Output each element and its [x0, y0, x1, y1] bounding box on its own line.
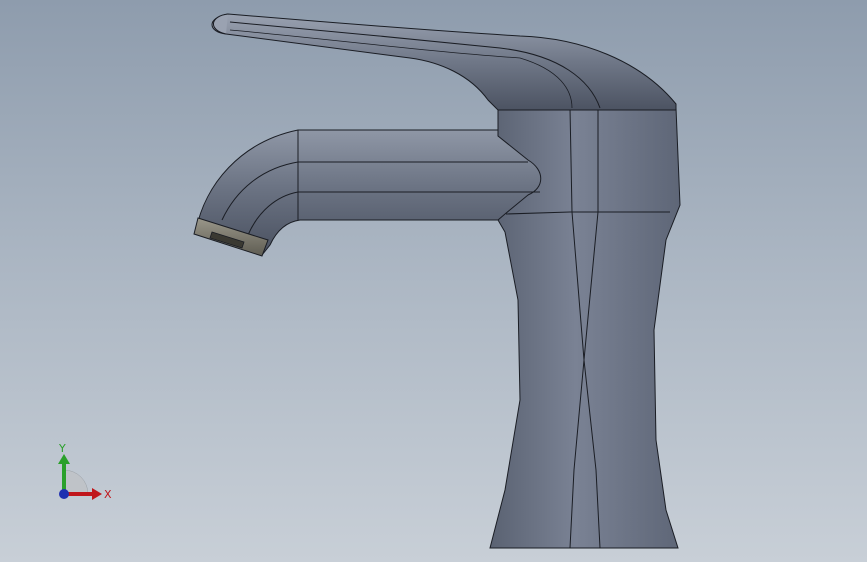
axis-triad: Y X	[58, 442, 112, 501]
lever-handle[interactable]	[211, 13, 677, 111]
y-axis-label: Y	[58, 442, 66, 455]
z-axis-dot	[59, 489, 69, 499]
y-axis-arrow	[58, 454, 70, 464]
x-axis-label: X	[104, 488, 112, 501]
graphics-viewport[interactable]: Y X	[0, 0, 867, 562]
x-axis-arrow	[92, 488, 102, 500]
triad-quarter-arc	[63, 469, 89, 495]
faucet-model[interactable]	[0, 0, 867, 562]
